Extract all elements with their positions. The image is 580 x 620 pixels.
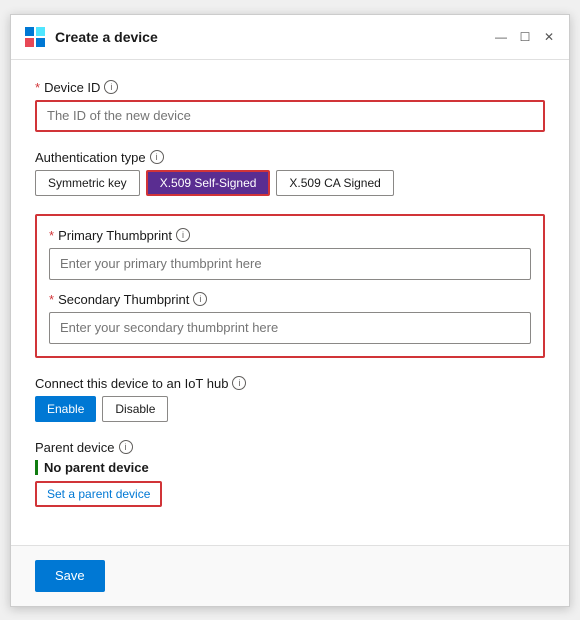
device-id-input[interactable]: [35, 100, 545, 132]
primary-thumbprint-label: * Primary Thumbprint i: [49, 228, 531, 243]
maximize-button[interactable]: ☐: [517, 29, 533, 45]
auth-type-section: Authentication type i Symmetric key X.50…: [35, 150, 545, 196]
connect-hub-label-text: Connect this device to an IoT hub: [35, 376, 228, 391]
auth-type-buttons: Symmetric key X.509 Self-Signed X.509 CA…: [35, 170, 545, 196]
connect-hub-info-icon[interactable]: i: [232, 376, 246, 390]
thumbprint-group: * Primary Thumbprint i * Secondary Thumb…: [35, 214, 545, 358]
parent-device-label: Parent device i: [35, 440, 545, 455]
secondary-thumbprint-label: * Secondary Thumbprint i: [49, 292, 531, 307]
parent-device-info-icon[interactable]: i: [119, 440, 133, 454]
form-footer: Save: [11, 545, 569, 606]
form-content: * Device ID i Authentication type i Symm…: [11, 60, 569, 545]
parent-device-label-text: Parent device: [35, 440, 115, 455]
disable-button[interactable]: Disable: [102, 396, 168, 422]
parent-device-value: No parent device: [35, 460, 545, 475]
title-bar: Create a device — ☐ ✕: [11, 15, 569, 60]
auth-x509-ca-signed-button[interactable]: X.509 CA Signed: [276, 170, 393, 196]
secondary-thumbprint-input[interactable]: [49, 312, 531, 344]
primary-thumbprint-required-star: *: [49, 228, 54, 243]
minimize-button[interactable]: —: [493, 29, 509, 45]
auth-x509-self-signed-button[interactable]: X.509 Self-Signed: [146, 170, 271, 196]
primary-thumbprint-input[interactable]: [49, 248, 531, 280]
parent-device-value-container: No parent device Set a parent device: [35, 460, 545, 507]
device-id-required-star: *: [35, 80, 40, 95]
auth-type-label: Authentication type i: [35, 150, 545, 165]
parent-device-section: Parent device i No parent device Set a p…: [35, 440, 545, 507]
close-button[interactable]: ✕: [541, 29, 557, 45]
secondary-thumbprint-info-icon[interactable]: i: [193, 292, 207, 306]
primary-thumbprint-label-text: Primary Thumbprint: [58, 228, 172, 243]
secondary-thumbprint-required-star: *: [49, 292, 54, 307]
connect-hub-buttons: Enable Disable: [35, 396, 545, 422]
secondary-thumbprint-section: * Secondary Thumbprint i: [49, 292, 531, 344]
auth-symmetric-key-button[interactable]: Symmetric key: [35, 170, 140, 196]
primary-thumbprint-section: * Primary Thumbprint i: [49, 228, 531, 280]
connect-hub-section: Connect this device to an IoT hub i Enab…: [35, 376, 545, 422]
device-id-section: * Device ID i: [35, 80, 545, 132]
device-id-info-icon[interactable]: i: [104, 80, 118, 94]
create-device-window: Create a device — ☐ ✕ * Device ID i Auth…: [10, 14, 570, 607]
primary-thumbprint-info-icon[interactable]: i: [176, 228, 190, 242]
enable-button[interactable]: Enable: [35, 396, 96, 422]
auth-type-info-icon[interactable]: i: [150, 150, 164, 164]
set-parent-device-button[interactable]: Set a parent device: [35, 481, 162, 507]
window-controls: — ☐ ✕: [493, 29, 557, 45]
window-title: Create a device: [55, 29, 493, 45]
secondary-thumbprint-label-text: Secondary Thumbprint: [58, 292, 189, 307]
connect-hub-label: Connect this device to an IoT hub i: [35, 376, 545, 391]
device-id-label: * Device ID i: [35, 80, 545, 95]
app-icon: [23, 25, 47, 49]
auth-type-label-text: Authentication type: [35, 150, 146, 165]
save-button[interactable]: Save: [35, 560, 105, 592]
device-id-label-text: Device ID: [44, 80, 100, 95]
